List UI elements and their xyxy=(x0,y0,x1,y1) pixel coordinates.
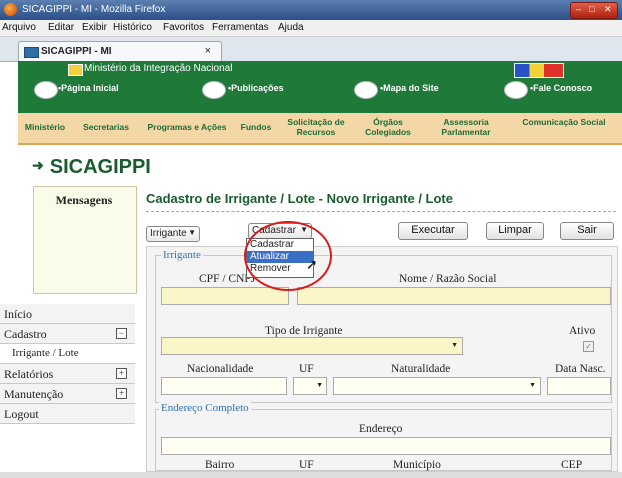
sidebar-item-logout[interactable]: Logout xyxy=(0,404,135,424)
browser-tabbar: SICAGIPPI - MI × xyxy=(0,37,622,62)
sidebar-item-label: Início xyxy=(4,307,32,321)
menu-ajuda[interactable]: Ajuda xyxy=(278,22,304,33)
title-divider xyxy=(146,211,616,212)
maximize-icon[interactable]: □ xyxy=(589,4,594,14)
contact-icon[interactable] xyxy=(504,81,528,99)
entity-select[interactable]: Irrigante ▼ xyxy=(146,226,200,242)
sidebar-item-irrigante-lote[interactable]: Irrigante / Lote xyxy=(0,344,135,364)
sidebar-item-manutencao[interactable]: Manutenção + xyxy=(0,384,135,404)
annotation-circle xyxy=(244,221,332,291)
chevron-down-icon: ▼ xyxy=(529,382,536,389)
chevron-down-icon: ▼ xyxy=(316,382,323,389)
minimize-icon[interactable]: – xyxy=(576,4,581,14)
sidebar-item-label: Manutenção xyxy=(4,387,64,401)
menu-orgaos[interactable]: Órgãos Colegiados xyxy=(355,117,421,137)
sidebar-item-label: Irrigante / Lote xyxy=(12,347,79,359)
horizontal-scrollbar[interactable] xyxy=(0,472,622,478)
clear-button[interactable]: Limpar xyxy=(486,222,544,240)
main-menu: Ministério Secretarias Programas e Ações… xyxy=(18,113,622,145)
address-input[interactable] xyxy=(161,437,611,455)
expand-icon[interactable]: + xyxy=(116,368,127,379)
tab-title: SICAGIPPI - MI xyxy=(41,46,112,57)
window-titlebar: SICAGIPPI - MI - Mozilla Firefox – □ ✕ xyxy=(0,0,622,20)
chevron-down-icon: ▼ xyxy=(451,342,458,349)
chevron-down-icon: ▼ xyxy=(188,228,196,237)
nav-publicacoes[interactable]: •Publicações xyxy=(228,83,284,93)
birthdate-label: Data Nasc. xyxy=(555,363,606,375)
nav-pagina-inicial[interactable]: •Página Inicial xyxy=(58,83,119,93)
sidebar-item-inicio[interactable]: Início xyxy=(0,304,135,324)
sidebar-item-label: Relatórios xyxy=(4,367,54,381)
irrigante-legend: Irrigante xyxy=(161,249,203,261)
active-checkbox[interactable]: ✓ xyxy=(583,341,594,352)
registration-form: Irrigante CPF / CNPJ Nome / Razão Social… xyxy=(146,246,618,472)
sidebar-item-cadastro[interactable]: Cadastro − xyxy=(0,324,135,344)
close-icon[interactable]: ✕ xyxy=(604,4,612,15)
browser-tab[interactable]: SICAGIPPI - MI × xyxy=(18,41,222,62)
firefox-icon xyxy=(4,3,17,16)
nationality-input[interactable] xyxy=(161,377,287,395)
brasil-logo-icon xyxy=(514,63,564,78)
menu-editar[interactable]: Editar xyxy=(48,22,74,33)
nationality-label: Nacionalidade xyxy=(187,363,254,375)
name-label: Nome / Razão Social xyxy=(399,273,497,285)
brand-arrow-icon: ➜ xyxy=(32,157,44,173)
browser-menubar: Arquivo Editar Exibir Histórico Favorito… xyxy=(0,20,622,37)
sitemap-icon[interactable] xyxy=(354,81,378,99)
publications-icon[interactable] xyxy=(202,81,226,99)
menu-ferramentas[interactable]: Ferramentas xyxy=(212,22,269,33)
menu-solicitacao[interactable]: Solicitação de Recursos xyxy=(284,117,348,137)
menu-exibir[interactable]: Exibir xyxy=(82,22,107,33)
tab-close-icon[interactable]: × xyxy=(205,45,211,57)
sidebar-item-relatorios[interactable]: Relatórios + xyxy=(0,364,135,384)
sidebar-item-label: Logout xyxy=(4,407,39,421)
type-select[interactable]: ▼ xyxy=(161,337,463,355)
brand-text: SICAGIPPI xyxy=(49,156,151,178)
menu-arquivo[interactable]: Arquivo xyxy=(2,22,36,33)
menu-comunicacao[interactable]: Comunicação Social xyxy=(511,117,617,127)
ministry-logo-icon xyxy=(68,64,83,76)
address-label: Endereço xyxy=(359,423,403,435)
entity-select-value: Irrigante xyxy=(150,228,187,239)
exit-button[interactable]: Sair xyxy=(560,222,614,240)
brand-logo: ➜ SICAGIPPI xyxy=(32,156,151,179)
birthdate-input[interactable] xyxy=(547,377,611,395)
menu-programas[interactable]: Programas e Ações xyxy=(142,122,232,132)
site-header: Ministério da Integração Nacional •Págin… xyxy=(18,61,622,113)
execute-button[interactable]: Executar xyxy=(398,222,468,240)
window-controls[interactable]: – □ ✕ xyxy=(570,2,618,19)
naturality-label: Naturalidade xyxy=(391,363,451,375)
sidebar-item-label: Cadastro xyxy=(4,327,47,341)
nav-fale-conosco[interactable]: •Fale Conosco xyxy=(530,83,592,93)
cpf-input[interactable] xyxy=(161,287,289,305)
uf2-label: UF xyxy=(299,459,314,471)
district-label: Bairro xyxy=(205,459,235,471)
collapse-icon[interactable]: − xyxy=(116,328,127,339)
window-title: SICAGIPPI - MI - Mozilla Firefox xyxy=(22,4,166,15)
active-label: Ativo xyxy=(569,325,596,337)
uf-label: UF xyxy=(299,363,314,375)
mouse-pointer-icon: ➚ xyxy=(306,256,318,272)
city-label: Município xyxy=(393,459,441,471)
naturality-select[interactable]: ▼ xyxy=(333,377,541,395)
menu-ministerio[interactable]: Ministério xyxy=(21,122,69,132)
favicon-icon xyxy=(24,47,39,58)
address-legend: Endereço Completo xyxy=(159,402,251,414)
menu-assessoria[interactable]: Assessoria Parlamentar xyxy=(430,117,502,137)
type-label: Tipo de Irrigante xyxy=(265,325,343,337)
menu-secretarias[interactable]: Secretarias xyxy=(77,122,135,132)
uf-select[interactable]: ▼ xyxy=(293,377,327,395)
expand-icon[interactable]: + xyxy=(116,388,127,399)
zip-label: CEP xyxy=(561,459,583,471)
home-icon[interactable] xyxy=(34,81,58,99)
menu-favoritos[interactable]: Favoritos xyxy=(163,22,204,33)
menu-historico[interactable]: Histórico xyxy=(113,22,152,33)
name-input[interactable] xyxy=(297,287,611,305)
nav-mapa-do-site[interactable]: •Mapa do Site xyxy=(380,83,439,93)
messages-title: Mensagens xyxy=(55,193,113,207)
page-title: Cadastro de Irrigante / Lote - Novo Irri… xyxy=(146,191,453,206)
menu-fundos[interactable]: Fundos xyxy=(237,122,275,132)
ministry-name[interactable]: Ministério da Integração Nacional xyxy=(84,63,232,74)
